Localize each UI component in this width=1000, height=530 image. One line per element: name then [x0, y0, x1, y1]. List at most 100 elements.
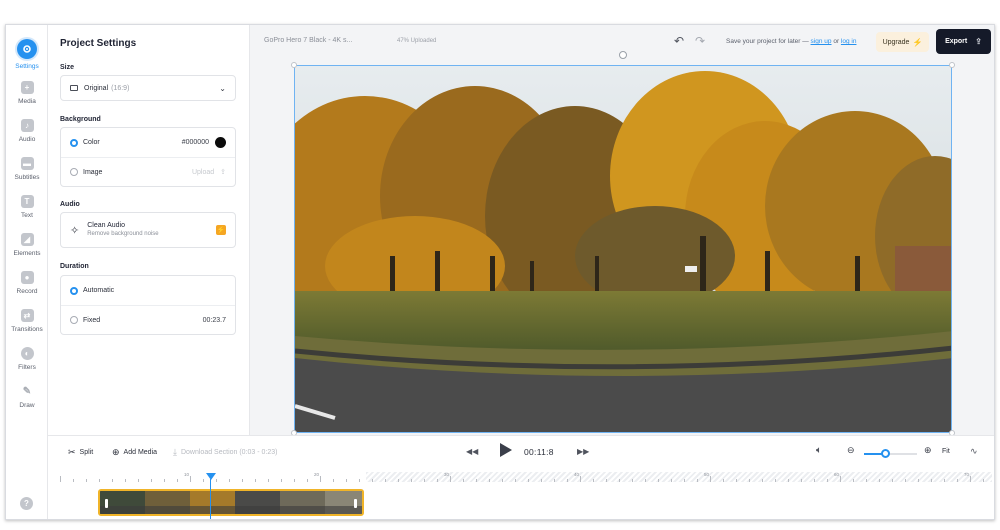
volume-icon[interactable]: 🔈︎ [816, 445, 822, 456]
sidebar-item-settings[interactable]: Settings [6, 39, 48, 75]
duration-automatic-row[interactable]: Automatic [61, 276, 235, 305]
ruler-tick [645, 479, 646, 482]
ruler-tick [853, 479, 854, 482]
ruler-tick [255, 479, 256, 482]
sidebar-item-record[interactable]: ● Record [6, 271, 48, 307]
duration-card: Automatic Fixed 00:23.7 [60, 275, 236, 335]
clip-trim-handle-right[interactable] [354, 499, 357, 508]
skip-forward-icon[interactable]: ▶▶ [577, 447, 589, 456]
clean-audio-subtitle: Remove background noise [87, 230, 159, 237]
sidebar-item-label: Media [18, 98, 36, 105]
project-name[interactable]: GoPro Hero 7 Black - 4K s... [264, 37, 352, 44]
sidebar-item-filters[interactable]: ◐ Filters [6, 347, 48, 383]
record-icon: ● [20, 271, 34, 284]
sidebar-item-transitions[interactable]: ⇄ Transitions [6, 309, 48, 345]
ruler-tick [203, 479, 204, 482]
automatic-label: Automatic [83, 287, 115, 294]
duration-section-label: Duration [60, 263, 89, 270]
ruler-tick [398, 479, 399, 482]
image-radio[interactable] [70, 168, 78, 176]
ruler-tick [372, 479, 373, 482]
save-note-or: or [833, 38, 840, 45]
background-color-row[interactable]: Color #000000 [61, 128, 235, 157]
skip-back-icon[interactable]: ◀◀ [466, 447, 478, 456]
split-button[interactable]: ✂ Split [68, 447, 93, 458]
redo-icon[interactable]: ↷ [695, 34, 705, 48]
ruler-tick [515, 479, 516, 482]
background-card: Color #000000 Image Upload ⇪ [60, 127, 236, 187]
add-media-button[interactable]: ⊕ Add Media [112, 447, 157, 458]
ruler-label: 40 [574, 472, 580, 477]
ruler-tick [775, 479, 776, 482]
ruler-tick [619, 479, 620, 482]
playhead-marker[interactable] [206, 473, 216, 480]
undo-icon[interactable]: ↶ [674, 34, 684, 48]
ruler-tick [736, 479, 737, 482]
background-image-row[interactable]: Image Upload ⇪ [61, 157, 235, 186]
ruler-tick [216, 479, 217, 482]
ruler-tick [554, 479, 555, 482]
share-icon: ⇪ [975, 37, 982, 46]
timeline-ruler[interactable]: 10 20 30 40 50 60 70 [52, 472, 992, 482]
sidebar-item-label: Text [21, 212, 33, 219]
zoom-out-icon[interactable]: ⊖ [847, 445, 855, 456]
video-preview[interactable] [294, 65, 952, 433]
ruler-tick [294, 479, 295, 482]
sidebar-item-media[interactable]: + Media [6, 81, 48, 117]
app-window: Settings + Media ♪ Audio ▬ Subtitles T T… [5, 24, 995, 520]
filters-icon: ◐ [20, 347, 34, 360]
sidebar-item-audio[interactable]: ♪ Audio [6, 119, 48, 155]
zoom-in-icon[interactable]: ⊕ [924, 445, 932, 456]
fixed-radio[interactable] [70, 316, 78, 324]
settings-icon [17, 39, 37, 59]
fixed-duration-value[interactable]: 00:23.7 [203, 317, 226, 324]
ruler-tick [125, 479, 126, 482]
ruler-tick [385, 479, 386, 482]
left-toolbar: Settings + Media ♪ Audio ▬ Subtitles T T… [6, 25, 48, 519]
fit-button[interactable]: Fit [942, 448, 950, 455]
size-select[interactable]: Original (16:9) ⌄ [60, 75, 236, 101]
panel-title: Project Settings [60, 38, 137, 49]
playhead-line [210, 479, 211, 519]
automatic-radio[interactable] [70, 286, 78, 295]
play-icon[interactable] [500, 443, 512, 457]
zoom-slider[interactable] [864, 449, 917, 458]
sidebar-item-subtitles[interactable]: ▬ Subtitles [6, 157, 48, 193]
help-icon[interactable]: ? [20, 497, 33, 510]
ruler-tick [411, 479, 412, 482]
sign-up-link[interactable]: sign up [811, 38, 832, 45]
sidebar-item-text[interactable]: T Text [6, 195, 48, 231]
color-swatch[interactable] [215, 137, 226, 148]
ruler-tick [879, 479, 880, 482]
ruler-tick [580, 476, 581, 482]
rotate-handle-icon[interactable] [619, 51, 627, 59]
duration-fixed-row[interactable]: Fixed 00:23.7 [61, 305, 235, 334]
log-in-link[interactable]: log in [841, 38, 857, 45]
zoom-slider-knob[interactable] [881, 449, 891, 458]
resize-handle-top-right[interactable] [949, 62, 955, 68]
ruler-tick [73, 479, 74, 482]
color-radio[interactable] [70, 138, 78, 147]
ruler-tick [671, 479, 672, 482]
clip-trim-handle-left[interactable] [105, 499, 108, 508]
ruler-tick [437, 479, 438, 482]
download-section-button[interactable]: ⤓ Download Section (0:03 - 0:23) [173, 447, 277, 458]
pen-icon: ✎ [22, 386, 32, 397]
sidebar-item-elements[interactable]: ◢ Elements [6, 233, 48, 269]
ruler-tick [346, 479, 347, 482]
ruler-label: 60 [834, 472, 840, 477]
ruler-tick [593, 479, 594, 482]
elements-icon: ◢ [20, 233, 34, 246]
clean-audio-card[interactable]: ✧ Clean Audio Remove background noise ⚡ [60, 212, 236, 248]
timeline-video-clip[interactable] [98, 489, 364, 516]
upgrade-button[interactable]: Upgrade ⚡ [876, 32, 929, 52]
waveform-icon[interactable]: ∿ [970, 446, 978, 457]
sidebar-item-draw[interactable]: ✎ Draw [6, 385, 48, 421]
download-icon: ⤓ [173, 447, 177, 457]
export-button[interactable]: Export ⇪ [936, 29, 991, 54]
ruler-tick [281, 479, 282, 482]
upload-button[interactable]: Upload [192, 169, 214, 176]
lightning-icon: ⚡ [912, 37, 923, 47]
resize-handle-top-left[interactable] [291, 62, 297, 68]
ruler-tick [892, 479, 893, 482]
